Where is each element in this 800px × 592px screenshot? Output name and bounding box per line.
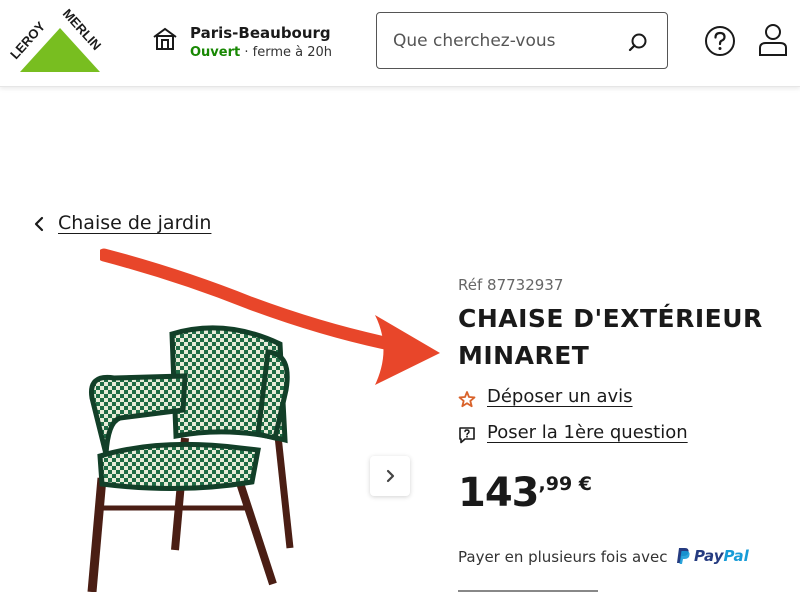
search-input[interactable] — [391, 25, 615, 57]
help-icon[interactable] — [704, 25, 736, 57]
site-header: LEROY MERLIN Paris-Beaubourg Ouvert · fe… — [0, 0, 800, 87]
store-icon — [153, 27, 177, 50]
carousel-next-button[interactable] — [370, 456, 410, 496]
star-icon — [458, 391, 476, 408]
breadcrumb-label: Chaise de jardin — [58, 212, 212, 234]
price-decimal: ,99 € — [538, 473, 593, 495]
search-box — [376, 12, 668, 69]
store-status: Ouvert · ferme à 20h — [190, 45, 332, 60]
product-title: CHAISE D'EXTÉRIEUR MINARET — [458, 304, 763, 370]
user-icon[interactable] — [756, 22, 790, 58]
store-name: Paris-Beaubourg — [190, 24, 331, 42]
payment-text: Payer en plusieurs fois avec — [458, 548, 668, 566]
chevron-left-icon — [34, 216, 44, 232]
price-integer: 143 — [458, 470, 539, 516]
ask-question-label: Poser la 1ère question — [487, 422, 688, 443]
store-closing-time: · ferme à 20h — [240, 45, 332, 60]
leroy-merlin-logo[interactable]: LEROY MERLIN — [6, 8, 114, 76]
write-review-label: Déposer un avis — [487, 386, 633, 407]
store-open-status: Ouvert — [190, 45, 241, 60]
product-image-chair[interactable] — [80, 318, 300, 592]
product-price: 143,99 € — [458, 470, 592, 516]
question-bubble-icon — [459, 427, 475, 444]
search-icon[interactable] — [627, 31, 649, 53]
paypal-pay-text: Pay — [694, 547, 724, 565]
chevron-right-icon — [386, 469, 395, 483]
paypal-icon — [677, 548, 690, 564]
paypal-pal-text: Pal — [723, 547, 749, 565]
product-reference: Réf 87732937 — [458, 276, 564, 294]
